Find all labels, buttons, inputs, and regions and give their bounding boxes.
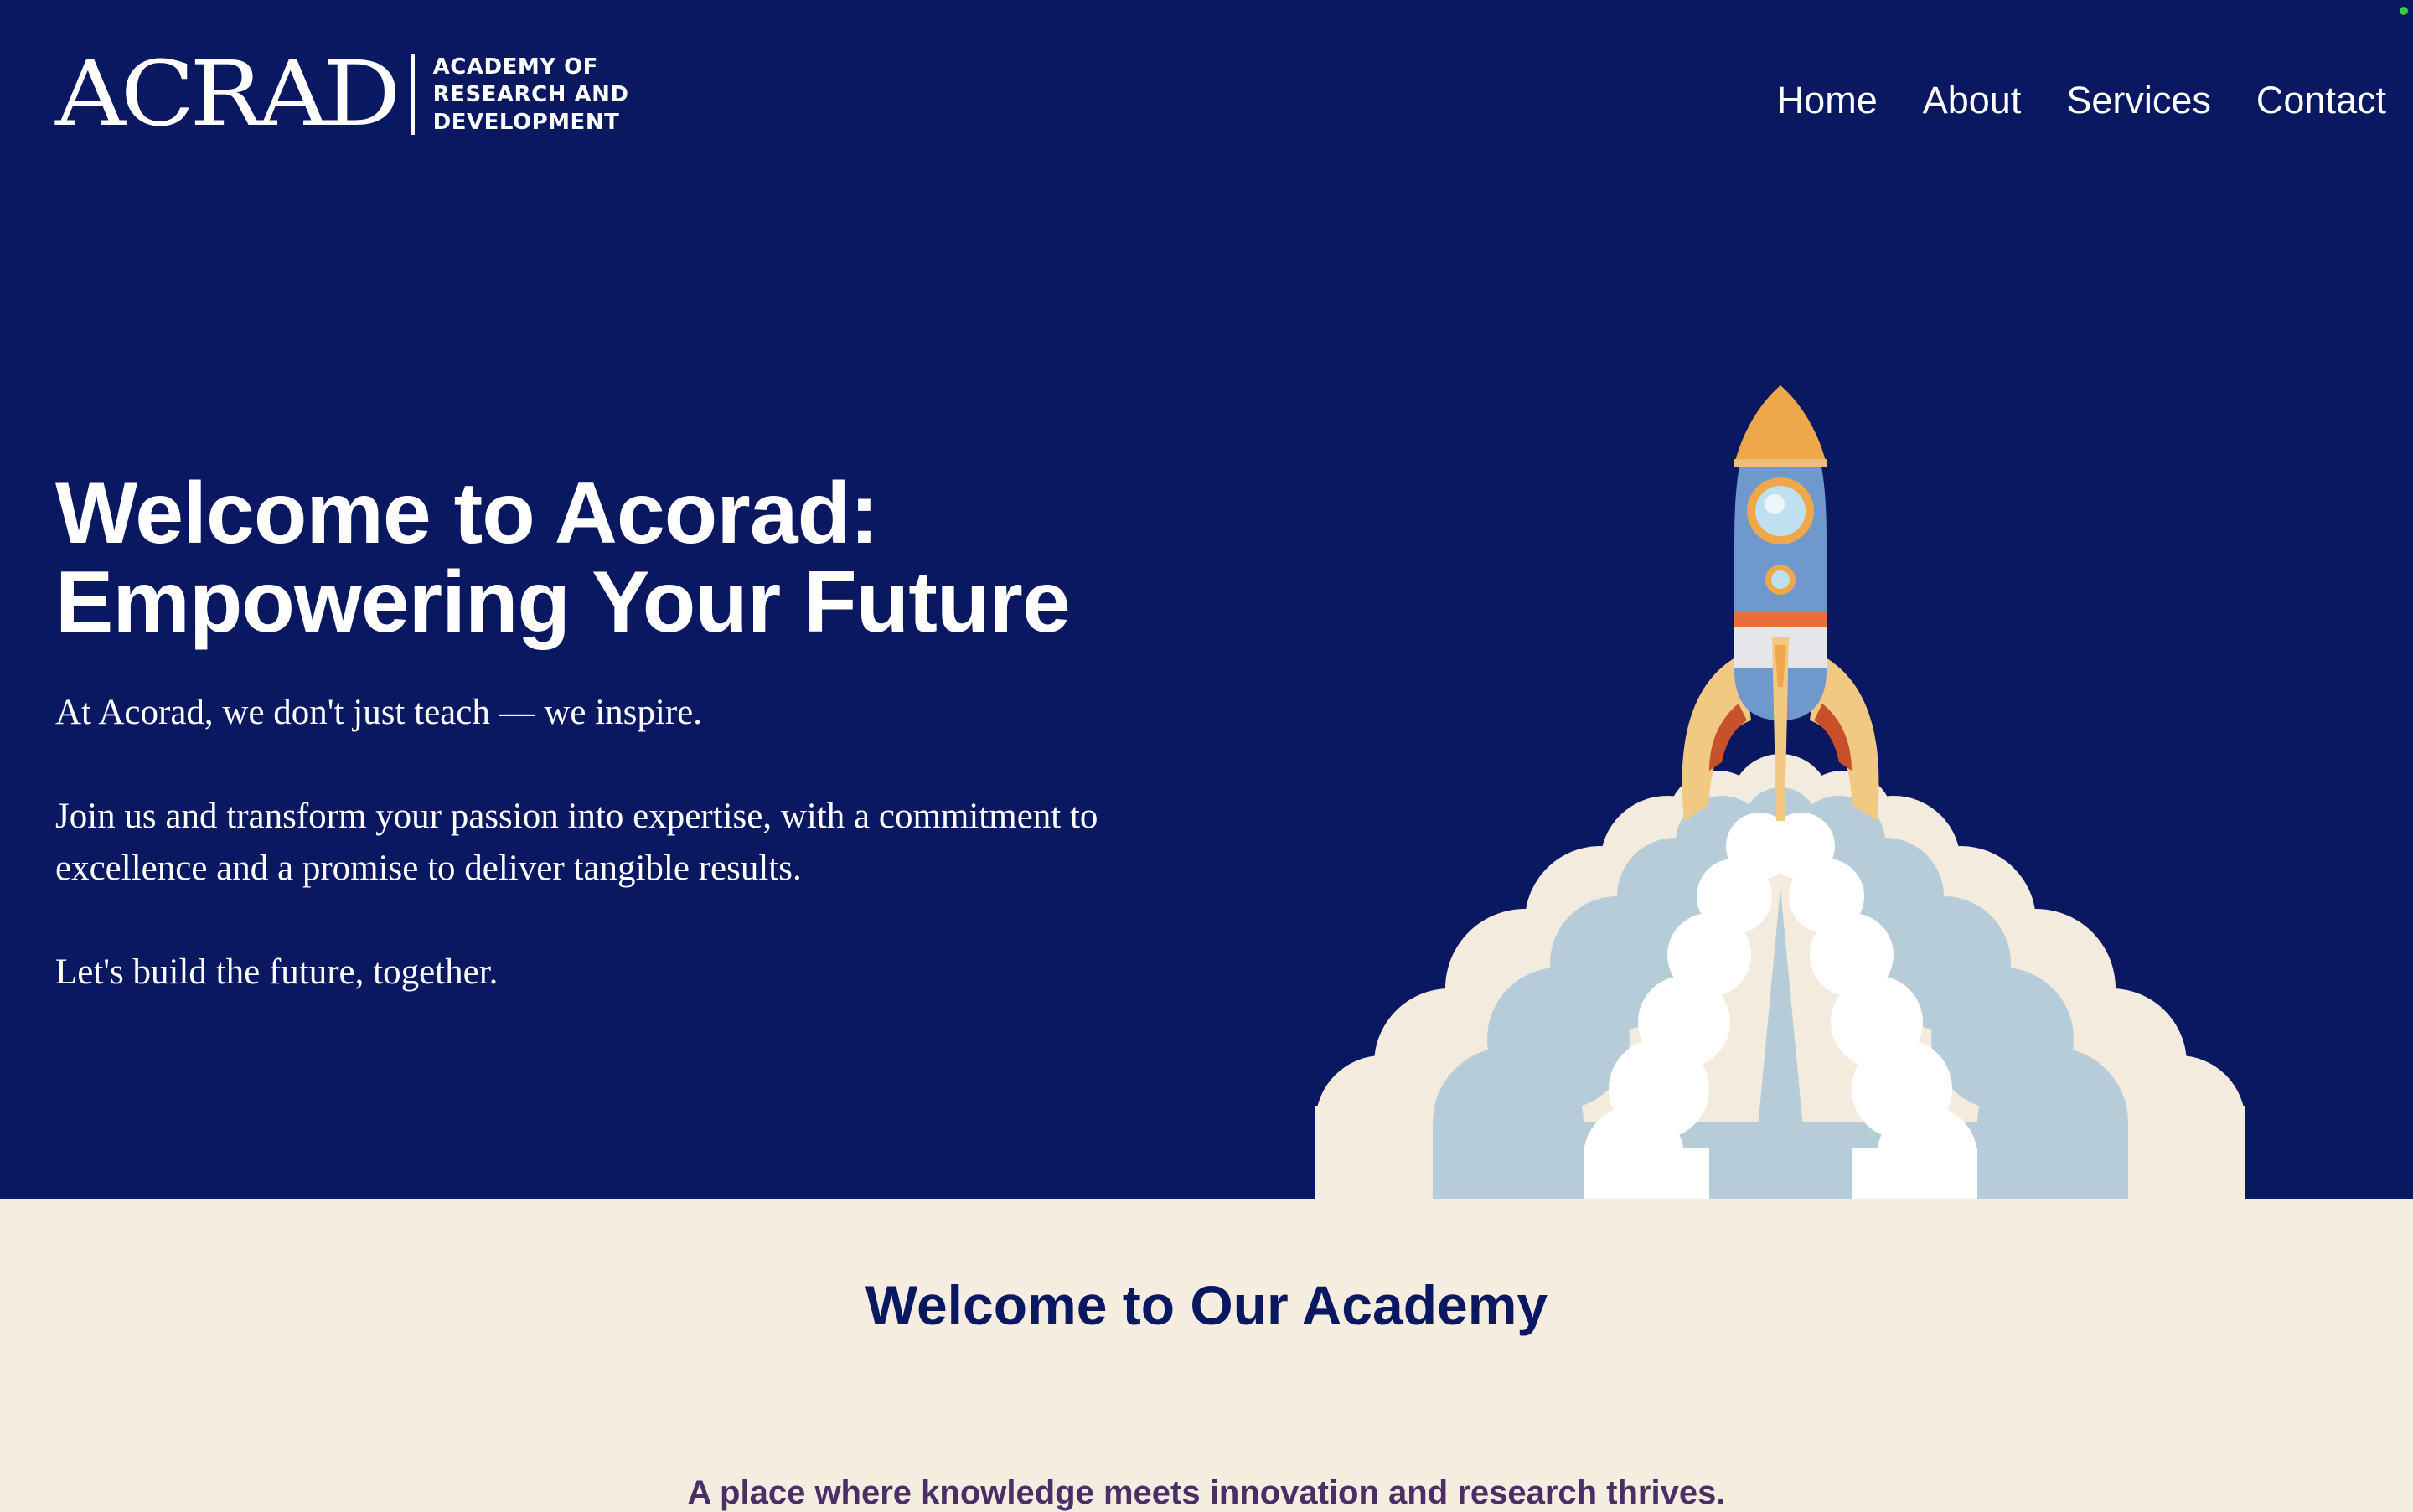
hero-paragraph-3: Let's build the future, together.	[55, 952, 499, 992]
status-dot	[2400, 7, 2408, 15]
nav-about-link[interactable]: About	[1923, 79, 2022, 122]
logo-line-2: RESEARCH AND	[432, 81, 629, 107]
rocket-launch-icon	[1315, 369, 2245, 1199]
site-logo[interactable]: ACRAD ACADEMY OF RESEARCH AND DEVELOPMEN…	[55, 49, 628, 141]
logo-text: ACADEMY OF RESEARCH AND DEVELOPMENT	[433, 54, 629, 137]
logo-line-3: DEVELOPMENT	[432, 109, 620, 135]
hero-title-line-1: Welcome to Acorad:	[55, 465, 879, 562]
nav-services-link[interactable]: Services	[2066, 79, 2211, 122]
hero-paragraph-1: At Acorad, we don't just teach — we insp…	[55, 693, 703, 732]
hero-paragraph-2: Join us and transform your passion into …	[55, 797, 1098, 888]
rocket-body	[1682, 385, 1879, 821]
section-title: Welcome to Our Academy	[865, 1274, 1548, 1336]
nav-home-link[interactable]: Home	[1777, 79, 1878, 122]
hero-section: ACRAD ACADEMY OF RESEARCH AND DEVELOPMEN…	[0, 0, 2413, 1199]
section-subtitle: A place where knowledge meets innovation…	[687, 1474, 1726, 1511]
hero-title-line-2: Empowering Your Future	[55, 554, 1071, 651]
hero-title: Welcome to Acorad: Empowering Your Futur…	[55, 469, 1071, 647]
nav-contact-link[interactable]: Contact	[2256, 79, 2386, 122]
logo-line-1: ACADEMY OF	[432, 54, 598, 80]
logo-divider	[411, 54, 415, 135]
hero-copy: At Acorad, we don't just teach — we insp…	[55, 687, 1245, 1050]
logo-mark: ACRAD	[55, 42, 401, 147]
main-nav: Home About Services Contact	[1777, 79, 2386, 122]
